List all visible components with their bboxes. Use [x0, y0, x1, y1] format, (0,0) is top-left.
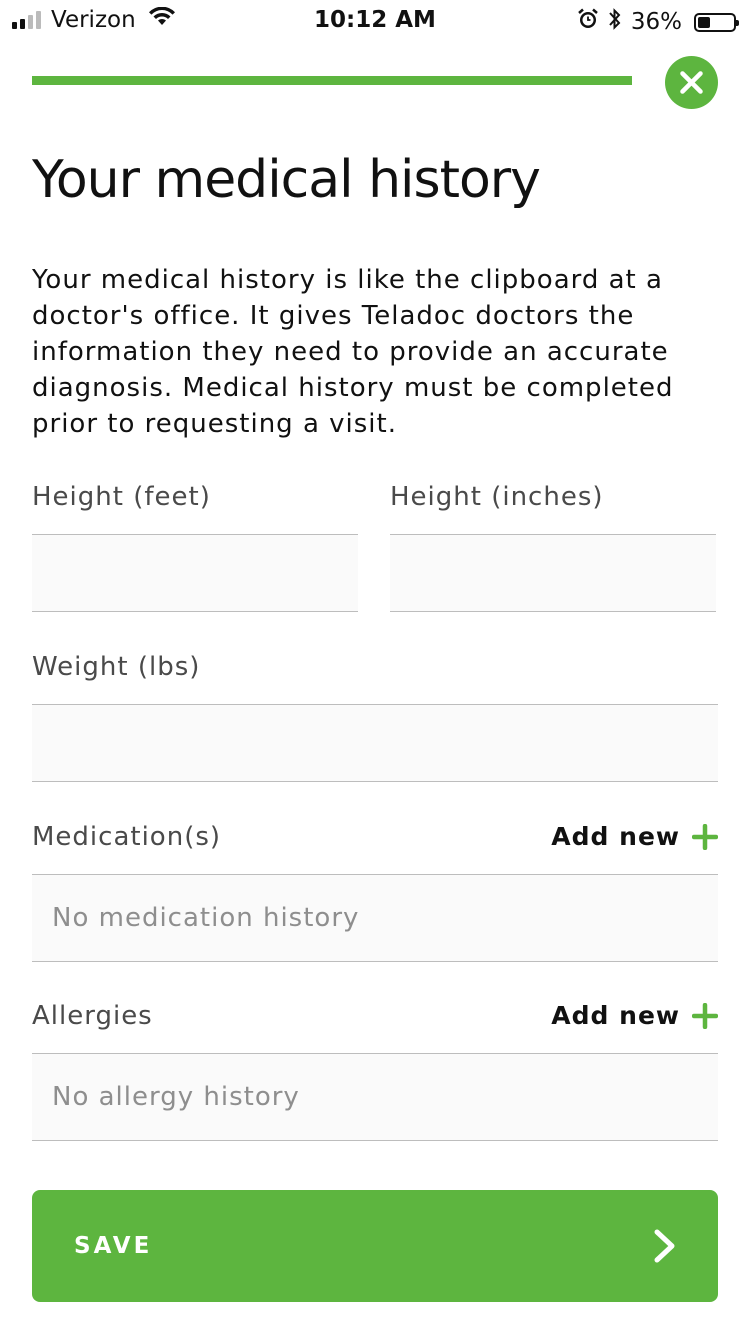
save-button[interactable]: SAVE — [32, 1190, 718, 1302]
weight-field[interactable] — [32, 704, 718, 782]
weight-label: Weight (lbs) — [32, 652, 201, 682]
close-icon — [680, 71, 703, 94]
alarm-icon — [577, 8, 599, 36]
status-bar: Verizon 10:12 AM 36% — [0, 0, 750, 40]
page-title: Your medical history — [32, 150, 541, 210]
progress-bar — [32, 76, 632, 85]
medications-list: No medication history — [32, 874, 718, 962]
allergies-label: Allergies — [32, 1001, 153, 1031]
chevron-right-icon — [654, 1229, 675, 1263]
add-allergy-label: Add new — [551, 1001, 680, 1030]
battery-percent: 36% — [630, 9, 682, 35]
allergies-empty-text: No allergy history — [52, 1082, 300, 1112]
height-feet-field[interactable] — [32, 534, 358, 612]
medications-label: Medication(s) — [32, 822, 222, 852]
add-allergy-button[interactable]: Add new — [551, 1001, 718, 1030]
close-button[interactable] — [665, 56, 718, 109]
status-right: 36% — [577, 7, 739, 37]
plus-icon — [692, 1002, 718, 1029]
height-feet-input[interactable] — [32, 535, 358, 611]
allergies-list: No allergy history — [32, 1053, 718, 1141]
weight-input[interactable] — [32, 705, 718, 781]
add-medication-label: Add new — [551, 822, 680, 851]
height-inches-input[interactable] — [390, 535, 716, 611]
save-button-label: SAVE — [74, 1233, 153, 1259]
progress-fill — [32, 76, 632, 85]
intro-text: Your medical history is like the clipboa… — [32, 265, 674, 439]
add-medication-button[interactable]: Add new — [551, 822, 718, 851]
plus-icon — [692, 823, 718, 850]
height-feet-label: Height (feet) — [32, 482, 211, 512]
medications-empty-text: No medication history — [52, 903, 360, 933]
height-inches-label: Height (inches) — [390, 482, 604, 512]
bluetooth-icon — [607, 7, 623, 37]
height-inches-field[interactable] — [390, 534, 716, 612]
battery-icon — [694, 12, 739, 32]
